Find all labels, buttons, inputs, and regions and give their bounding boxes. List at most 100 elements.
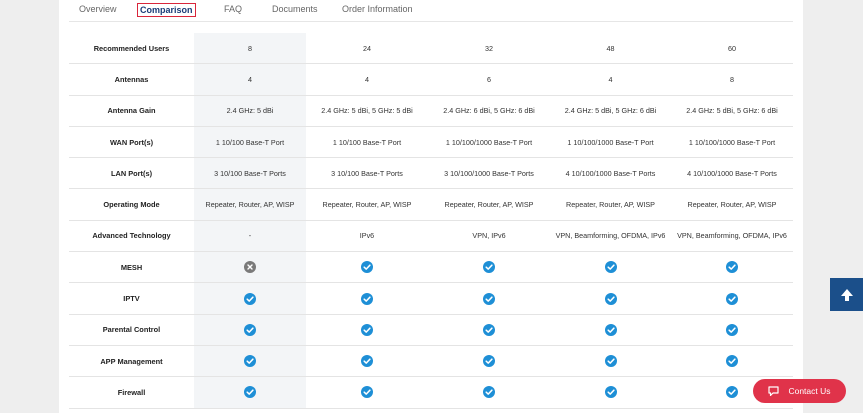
table-cell — [194, 251, 306, 284]
check-icon — [726, 261, 738, 274]
back-to-top-button[interactable] — [830, 278, 863, 311]
check-icon — [483, 355, 495, 368]
check-icon — [361, 261, 373, 274]
table-cell — [550, 376, 671, 409]
row-label: Advanced Technology — [69, 220, 194, 253]
table-cell — [671, 251, 793, 284]
table-cell: 48 — [550, 33, 671, 65]
table-row: Antenna Gain 2.4 GHz: 5 dBi 2.4 GHz: 5 dBi… — [69, 95, 793, 127]
check-icon — [361, 355, 373, 368]
table-row: MESH — [69, 251, 793, 284]
table-cell: Repeater, Router, AP, WISP — [306, 188, 428, 221]
cross-icon — [244, 261, 256, 274]
table-cell — [428, 251, 550, 284]
row-label: WAN Port(s) — [69, 126, 194, 159]
table-cell — [550, 282, 671, 315]
check-icon — [361, 386, 373, 399]
table-cell: Repeater, Router, AP, WISP — [194, 188, 306, 221]
check-icon — [483, 292, 495, 305]
check-icon — [726, 355, 738, 368]
check-icon — [483, 261, 495, 274]
contact-us-button[interactable]: Contact Us — [753, 379, 846, 403]
table-cell — [306, 314, 428, 346]
table-cell: 60 — [671, 33, 793, 65]
arrow-up-icon — [840, 288, 853, 301]
table-cell — [428, 345, 550, 378]
contact-us-label: Contact Us — [788, 386, 831, 396]
table-row: Antennas 4 4 6 4 8 — [69, 63, 793, 96]
table-cell: 3 10/100 Base-T Ports — [306, 157, 428, 190]
check-icon — [244, 386, 256, 399]
table-cell: - — [194, 220, 306, 253]
chat-icon — [768, 386, 780, 396]
check-icon — [244, 323, 256, 336]
table-cell: Repeater, Router, AP, WISP — [550, 188, 671, 221]
check-icon — [726, 323, 738, 336]
table-cell: 1 10/100/1000 Base-T Port — [671, 126, 793, 159]
check-icon — [244, 355, 256, 368]
check-icon — [604, 355, 617, 368]
table-cell — [671, 345, 793, 378]
tab-documents[interactable]: Documents — [272, 4, 318, 14]
table-cell: Repeater, Router, AP, WISP — [671, 188, 793, 221]
table-cell: Repeater, Router, AP, WISP — [428, 188, 550, 221]
row-label: Firewall — [69, 376, 194, 409]
table-cell: VPN, Beamforming, OFDMA, IPv6 — [550, 220, 671, 253]
table-row: WAN Port(s) 1 10/100 Base-T Port 1 10/100 … — [69, 126, 793, 159]
table-cell: 32 — [428, 33, 550, 65]
row-label: Recommended Users — [69, 33, 194, 65]
table-cell: 8 — [671, 63, 793, 96]
table-cell: 1 10/100/1000 Base-T Port — [550, 126, 671, 159]
table-cell: VPN, Beamforming, OFDMA, IPv6 — [671, 220, 793, 253]
table-cell: 4 10/100/1000 Base-T Ports — [671, 157, 793, 190]
tab-faq[interactable]: FAQ — [224, 4, 242, 14]
check-icon — [604, 261, 617, 274]
table-cell — [550, 251, 671, 284]
table-cell: 1 10/100/1000 Base-T Port — [428, 126, 550, 159]
table-row: Recommended Users 8 24 32 48 60 — [69, 33, 793, 65]
table-row: APP Management — [69, 345, 793, 378]
row-label: Antenna Gain — [69, 95, 194, 127]
table-cell — [194, 282, 306, 315]
check-icon — [604, 323, 617, 336]
check-icon — [244, 292, 256, 305]
table-cell: 2.4 GHz: 5 dBi, 5 GHz: 6 dBi — [550, 95, 671, 127]
row-label: Parental Control — [69, 314, 194, 346]
check-icon — [361, 323, 373, 336]
table-cell: 4 — [306, 63, 428, 96]
row-label: LAN Port(s) — [69, 157, 194, 190]
row-label: APP Management — [69, 345, 194, 378]
check-icon — [726, 292, 738, 305]
table-cell — [306, 251, 428, 284]
table-cell — [550, 345, 671, 378]
check-icon — [483, 386, 495, 399]
table-cell — [428, 314, 550, 346]
table-cell — [550, 314, 671, 346]
table-cell: VPN, IPv6 — [428, 220, 550, 253]
tab-bar: Overview Comparison FAQ Documents Order … — [59, 0, 803, 22]
table-cell: 4 — [550, 63, 671, 96]
check-icon — [483, 323, 495, 336]
table-cell: 24 — [306, 33, 428, 65]
check-icon — [604, 386, 617, 399]
tab-comparison[interactable]: Comparison — [137, 3, 196, 17]
check-icon — [361, 292, 373, 305]
table-cell: 4 — [194, 63, 306, 96]
row-label: MESH — [69, 251, 194, 284]
table-cell: 1 10/100 Base-T Port — [306, 126, 428, 159]
table-cell — [306, 376, 428, 409]
table-cell — [306, 282, 428, 315]
table-cell — [194, 314, 306, 346]
table-cell: 3 10/100/1000 Base-T Ports — [428, 157, 550, 190]
table-cell — [306, 345, 428, 378]
table-cell: 6 — [428, 63, 550, 96]
table-cell — [194, 376, 306, 409]
tab-order-information[interactable]: Order Information — [342, 4, 413, 14]
table-cell — [671, 314, 793, 346]
table-cell: 1 10/100 Base-T Port — [194, 126, 306, 159]
table-row: Firewall — [69, 376, 793, 409]
table-cell — [671, 282, 793, 315]
table-cell: IPv6 — [306, 220, 428, 253]
tab-overview[interactable]: Overview — [79, 4, 117, 14]
row-label: IPTV — [69, 282, 194, 315]
